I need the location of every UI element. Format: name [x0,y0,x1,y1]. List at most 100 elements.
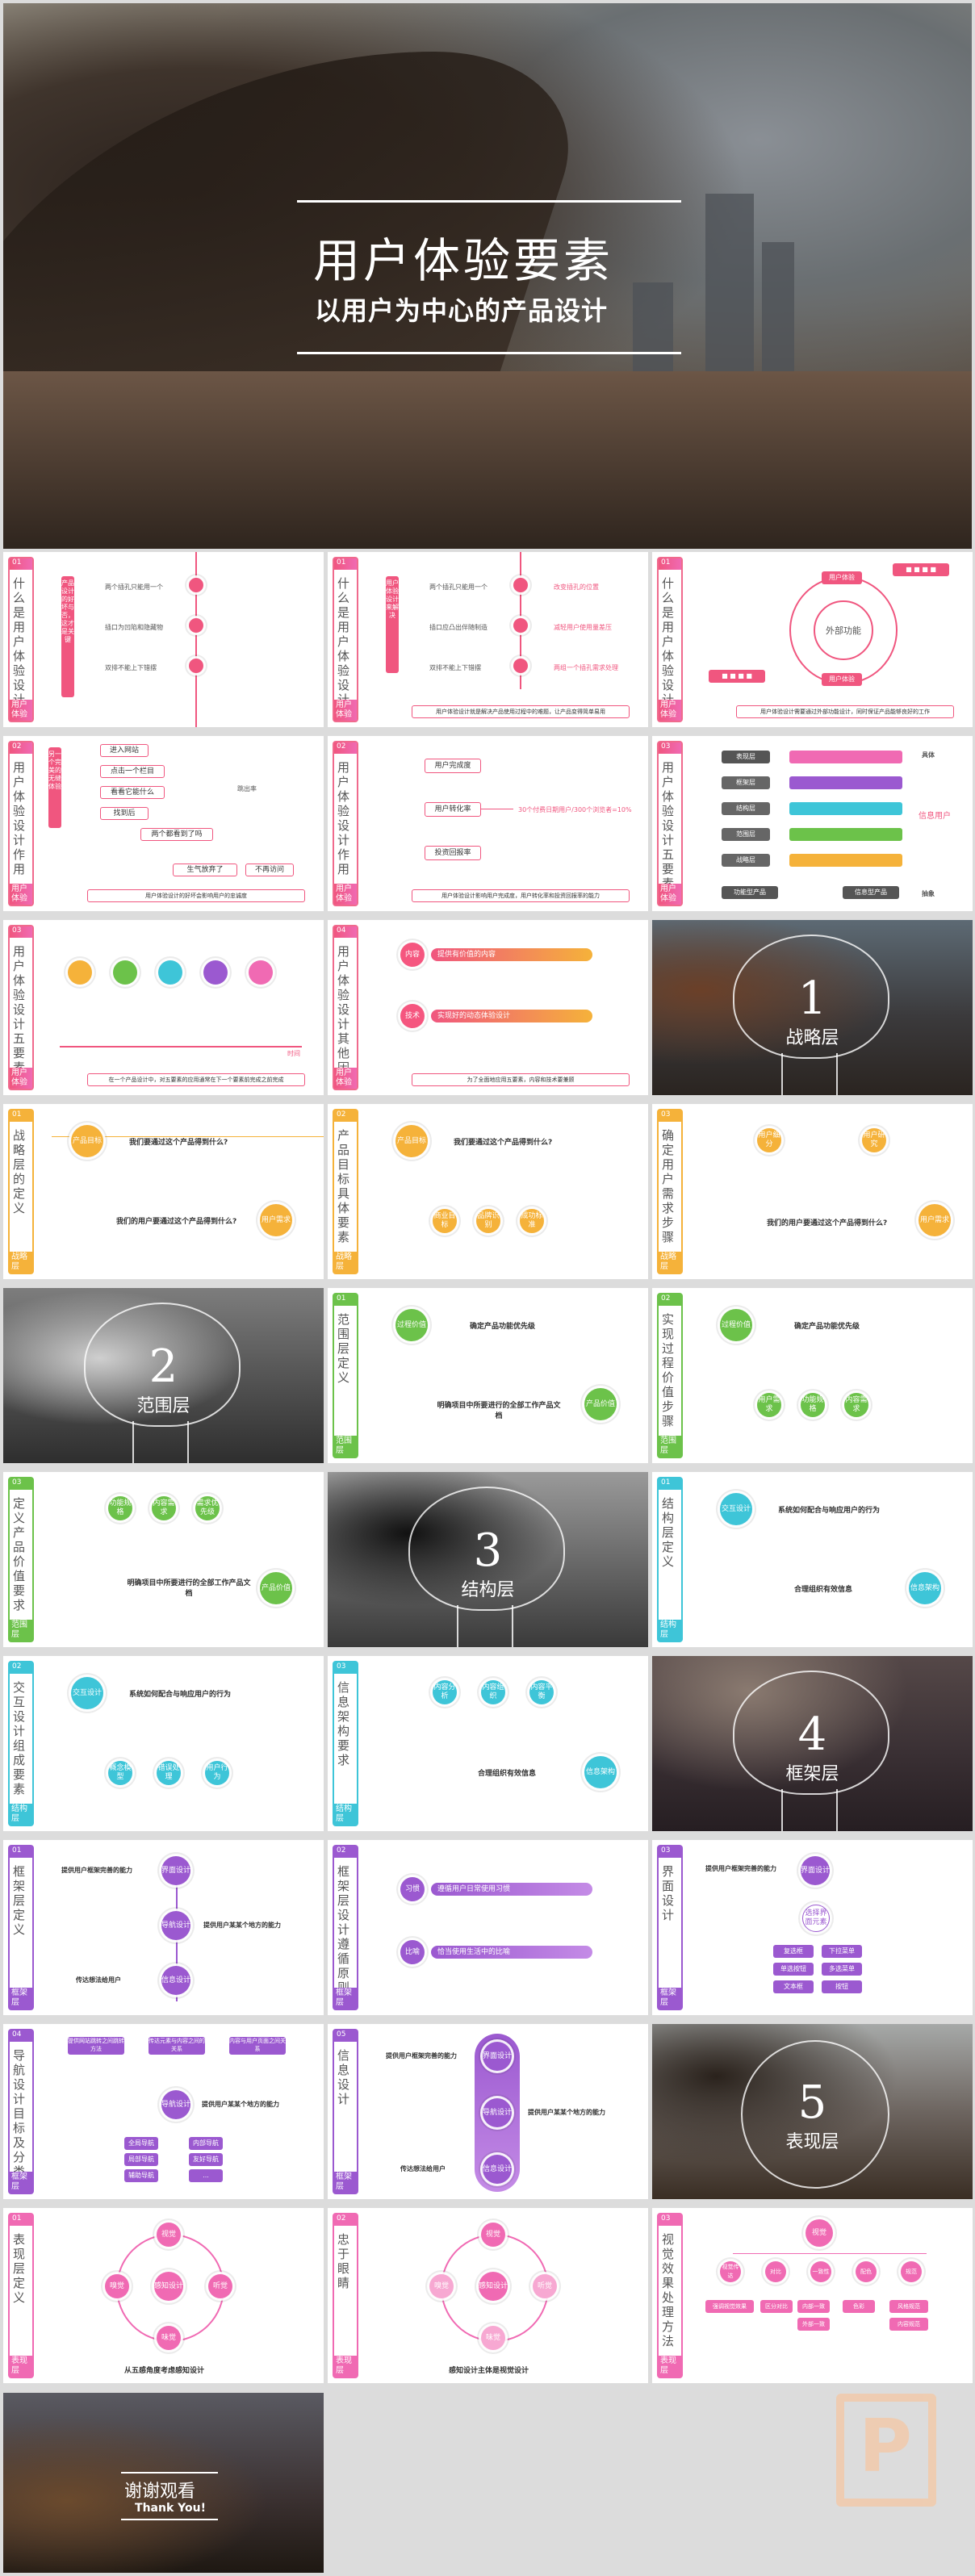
nav-goal: 提供网站跳转之间跳转方法 [68,2037,124,2055]
slide-tab: 02 产品目标具体要素 战略层 [333,1109,358,1274]
slide-title: 界面设计 [662,1864,675,1922]
layer-block-pink [789,751,902,763]
sense-node: 嗅觉 [105,2274,129,2298]
vertical-label: 另一个完美的无缝体验 [48,747,61,828]
slide-section: 用户体验 [10,700,32,721]
slide-number: 01 [659,558,681,570]
scope-text: 明确项目中所要进行的全部工作产品文档 [127,1579,251,1598]
tech-pill: 实现好的动态体验设计 [431,1010,592,1022]
slide-title: 确定用户需求步骤 [662,1128,675,1244]
nav-node: 导航设计 [161,1911,190,1940]
scope-text: 确定产品功能优先级 [470,1323,536,1331]
element-chip: 单选按钮 [773,1963,814,1976]
nav-goal: 传达元素与内容之间的关系 [149,2037,205,2055]
sense-node: 视觉 [481,2223,505,2247]
section-number: 2 [149,1340,178,1393]
slide-nav-design: 04 导航设计目标及分类框架层 提供网站跳转之间跳转方法 传达元素与内容之间的关系… [3,2024,324,2199]
plug-icon [189,578,203,592]
slide-number: 02 [334,742,357,754]
slide-number: 03 [334,1662,357,1674]
thanks-slide: 谢谢观看 Thank You! [3,2393,324,2573]
user-need-node: 用户需求 [919,1204,951,1236]
slide-tab: 02 忠于眼睛 表现层 [333,2213,358,2378]
slide-footer: 用户体验设计的好坏会影响用户的忠诚度 [87,889,305,902]
title-rule-top [297,200,681,203]
section-number: 4 [797,1708,827,1761]
perception-node: 感知设计 [479,2272,508,2301]
slide-number: 02 [334,1846,357,1858]
thanks-title: 谢谢观看 [124,2482,196,2502]
item-text: 两个插孔只能用一个 [429,583,488,591]
slide-five-elements-2: 03 用户体验设计五要素用户体验 时间 在一个产品设计中，对五要素的应用通常在下一… [3,920,324,1095]
branch-node: 视觉传达 [720,2261,741,2282]
item-text: 插口应凸出伴随制造 [429,624,488,631]
element-chip: 多选菜单 [822,1963,862,1976]
section-title: 战略层 [785,1028,839,1048]
layer-block-orange [789,854,902,867]
core-circle: 外部功能 [814,600,873,660]
slide-section: 范围层 [659,1436,681,1457]
method-chip: 内部一致 [797,2300,830,2313]
metric-box: 用户完成度 [425,759,481,773]
sub-node: 错误处理 [157,1761,181,1785]
slide-what-is-ux-1: 01 什么是用户体验设计用户体验 产品设计的好坏与否，这才是关键 两个插孔只能用一… [3,552,324,727]
slide-title: 视觉效果处理方法 [662,2232,675,2348]
ring-label: 用户体验 [822,673,862,686]
surface-text: 从五感角度考虑感知设计 [124,2367,205,2375]
slide-tab: 03 确定用户需求步骤 战略层 [657,1109,683,1274]
slide-title: 产品目标具体要素 [337,1128,350,1244]
sub-node: 成功标准 [520,1209,544,1233]
interface-node: 界面设计 [483,2042,512,2071]
sense-node: 味觉 [157,2326,181,2350]
product-goal-node: 产品目标 [71,1125,103,1157]
slide-number: 01 [334,558,357,570]
slide-title: 导航设计目标及分类 [13,2048,26,2179]
cover-slide: 用户体验要素 以用户为中心的产品设计 [3,3,972,549]
slide-title: 框架层设计遵循原则 [337,1864,350,1995]
slide-section: 用户体验 [334,1068,357,1089]
slide-tab: 03 用户体验设计五要素用户体验 [657,741,683,906]
axis-right-label: 信息用户 [919,812,951,821]
question-text: 我们要通过这个产品得到什么? [129,1139,228,1147]
product-type: 功能型产品 [722,886,778,899]
vertical-label: 用户体验设计来解决 [386,576,399,673]
section-number: 3 [473,1524,503,1577]
skeleton-text: 提供用户某某个地方的能力 [203,1922,281,1929]
rule-bottom [121,2519,218,2520]
slide-tab: 03 视觉效果处理方法 表现层 [657,2213,683,2378]
interface-node: 界面设计 [161,1856,190,1885]
slide-other-factors: 04用户体验设计其他因素用户体验 内容 提供有价值的内容 技术 实现好的动态体验… [328,920,648,1095]
product-type: 信息型产品 [843,886,899,899]
slide-number: 03 [10,926,32,938]
solution-text: 改变插孔的位置 [554,583,599,591]
section-title: 结构层 [461,1580,515,1600]
flow-step: 进入网站 [100,744,149,757]
branch-node: 配色 [856,2261,877,2282]
sub-node: 用户研究 [862,1128,886,1152]
slide-surface-def: 01 表现层定义 表现层 感知设计 视觉 嗅觉 听觉 味觉 从五感角度考虑感知设计 [3,2208,324,2383]
slide-what-is-ux-2: 01 什么是用户体验设计用户体验 用户体验设计来解决 两个插孔只能用一个 插口应凸… [328,552,648,727]
slide-section: 表现层 [334,2356,357,2377]
slide-tab: 02 用户体验设计作用 用户体验 [8,741,34,906]
slide-structure-def: 01 结构层定义 结构层 交互设计 系统如何配合与响应用户的行为 信息架构 合理组织… [652,1472,973,1647]
slide-section: 框架层 [334,2172,357,2193]
slide-number: 04 [10,2030,32,2042]
layer-label: 范围层 [722,828,770,841]
slide-section: 表现层 [10,2356,32,2377]
method-chip: 外部一致 [797,2318,830,2331]
perception-node: 感知设计 [154,2272,183,2301]
flow-step: 不再访问 [245,864,294,876]
flow-step: 生气放弃了 [173,864,237,876]
nav-node: 导航设计 [483,2098,512,2127]
solution-text: 两组一个插孔需求处理 [554,664,618,671]
section-cover-5: 5 表现层 [652,2024,973,2199]
nav-type: 友好导航 [189,2153,223,2166]
slide-tab: 03 定义产品价值要求 范围层 [8,1477,34,1642]
sub-node: 用户细分 [757,1128,781,1152]
bulb-neck [132,1421,189,1463]
structure-text: 系统如何配合与响应用户的行为 [129,1691,232,1699]
slide-ux-role-2: 02 用户体验设计作用 用户体验 用户完成度 用户转化率 投资回报率 30个付费日期… [328,736,648,911]
slide-skeleton-principles: 02 框架层设计遵循原则框架层 习惯 遵循用户日常使用习惯 比喻 恰当使用生活中的… [328,1840,648,2015]
structure-circle [158,960,182,985]
item-text: 插口为凹陷和隐藏物 [105,624,163,631]
